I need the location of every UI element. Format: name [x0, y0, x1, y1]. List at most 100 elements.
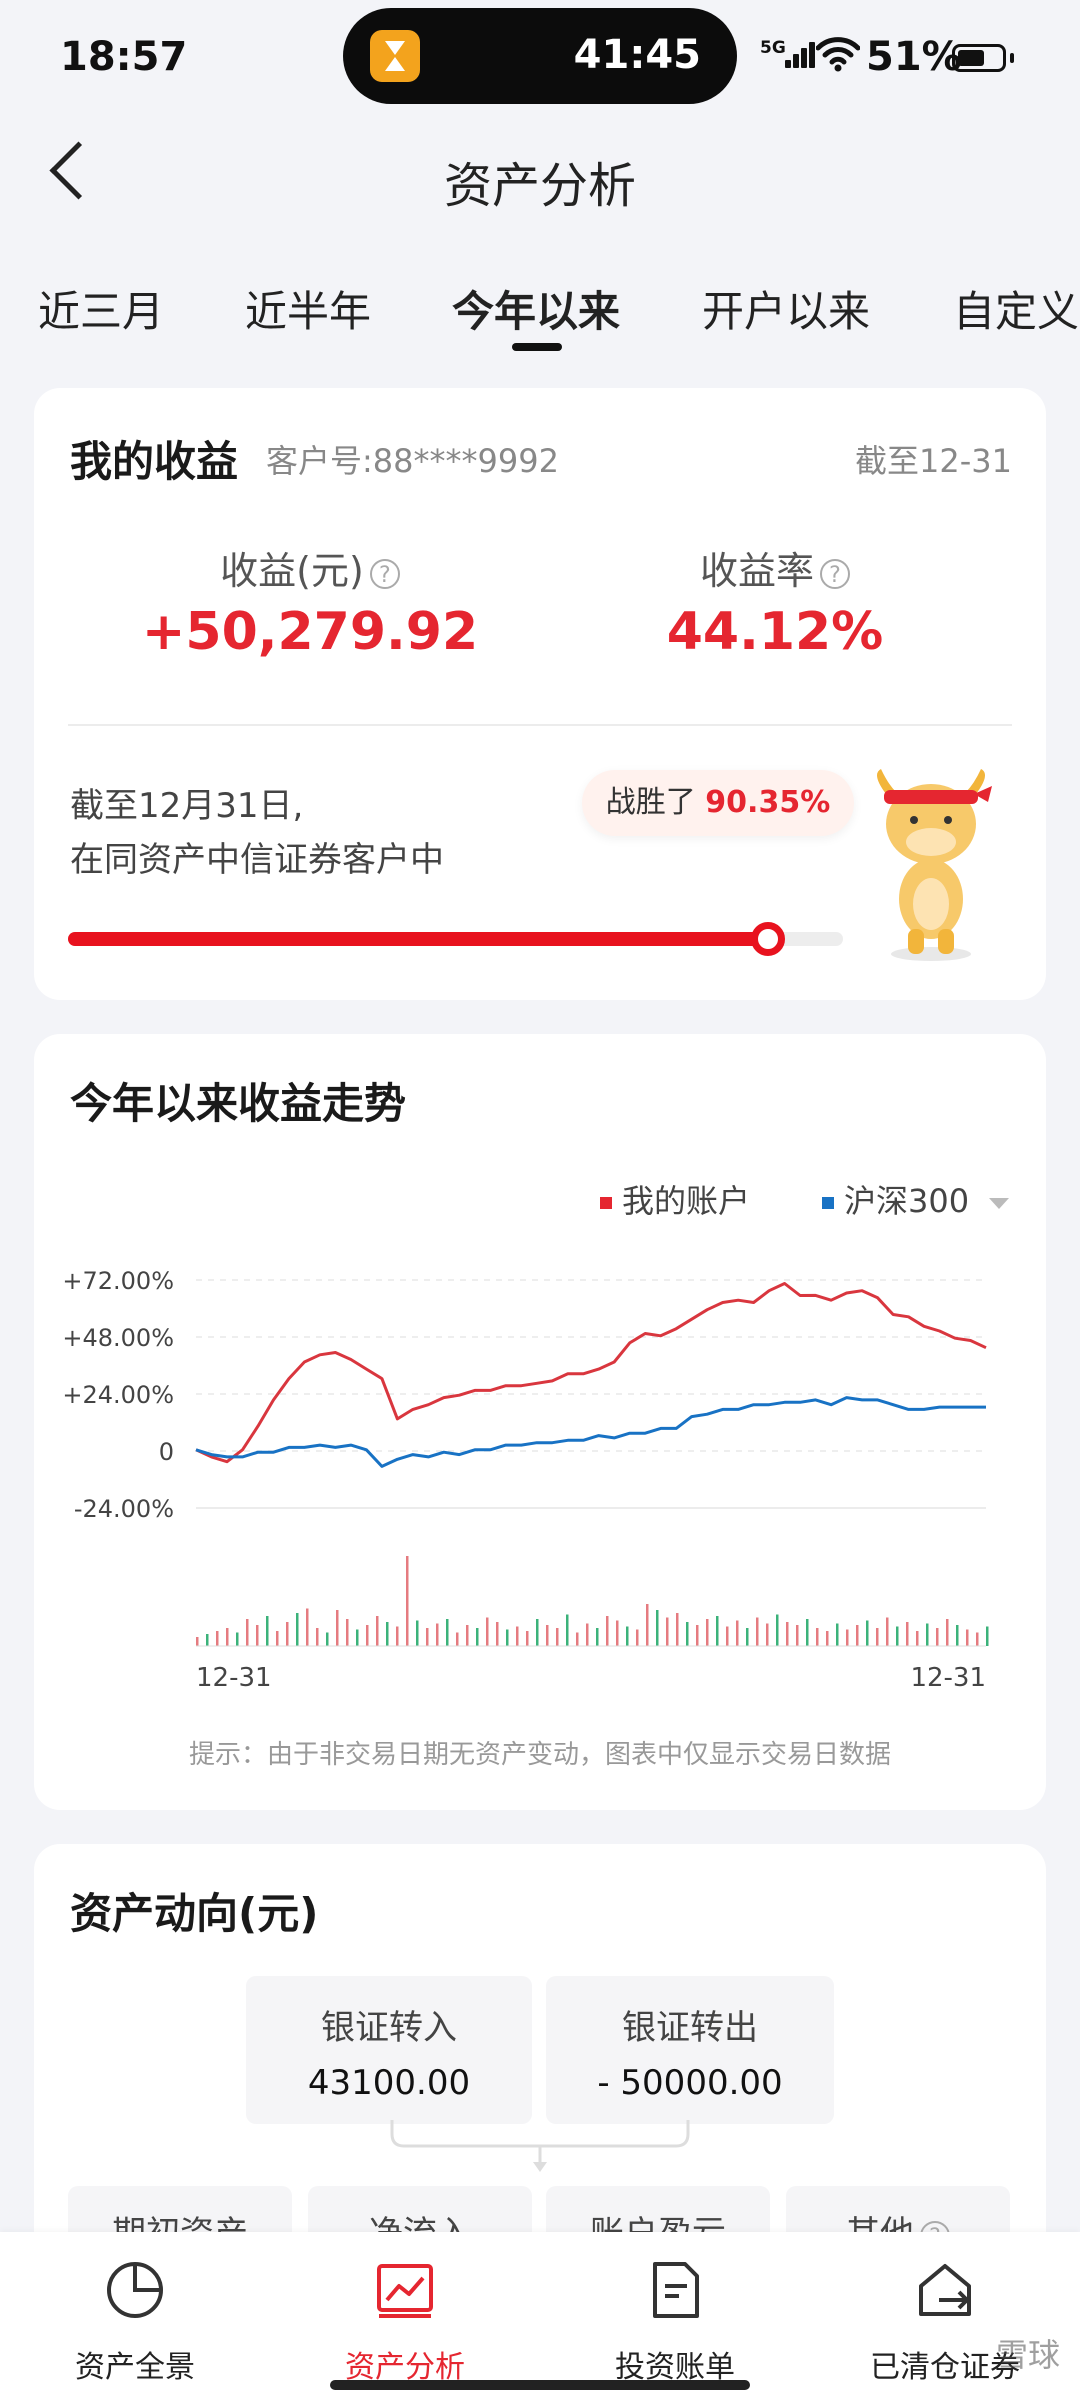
- legend-mine-label: 我的账户: [622, 1182, 751, 1220]
- page-title: 资产分析: [443, 158, 636, 214]
- volume-bar: [286, 1622, 289, 1646]
- volume-bar: [666, 1617, 669, 1646]
- tab-6-months[interactable]: 近半年: [245, 278, 371, 339]
- volume-bar: [716, 1616, 719, 1646]
- volume-bar: [206, 1634, 209, 1646]
- earnings-title: 我的收益: [70, 437, 239, 486]
- profit-label: 收益(元): [220, 549, 364, 593]
- home-indicator[interactable]: [330, 2380, 750, 2390]
- tab-indicator: [512, 343, 562, 351]
- volume-bar: [466, 1625, 469, 1646]
- nav-asset-analysis[interactable]: 资产分析: [295, 2232, 515, 2386]
- customer-id: 客户号:88****9992: [266, 442, 559, 480]
- tab-ytd[interactable]: 今年以来: [452, 278, 620, 339]
- bank-out-value: - 50000.00: [597, 2063, 783, 2103]
- volume-bar: [946, 1619, 949, 1646]
- volume-bar: [706, 1619, 709, 1646]
- volume-bar: [526, 1631, 529, 1646]
- status-time: 18:57: [60, 34, 188, 80]
- volume-bar: [836, 1623, 839, 1646]
- volume-bar: [216, 1631, 219, 1646]
- beat-value: 90.35%: [705, 785, 831, 820]
- house-out-icon: [919, 2264, 971, 2316]
- volume-bar: [746, 1628, 749, 1646]
- series-line-mine: [195, 1282, 987, 1464]
- volume-bar: [246, 1619, 249, 1646]
- volume-bar: [536, 1619, 539, 1646]
- volume-bar: [406, 1556, 409, 1646]
- profit-value: +50,279.92: [141, 602, 479, 662]
- nav-asset-overview[interactable]: 资产全景: [25, 2232, 245, 2386]
- volume-bar: [606, 1616, 609, 1646]
- flow-connector: [390, 2120, 690, 2172]
- volume-bar: [906, 1622, 909, 1646]
- tab-since-open[interactable]: 开户以来: [702, 278, 870, 339]
- volume-bar: [226, 1628, 229, 1646]
- x-start-label: 12-31: [196, 1663, 272, 1693]
- beat-badge: 战胜了 90.35%: [582, 770, 854, 836]
- volume-bar: [626, 1626, 629, 1646]
- legend-mine[interactable]: 我的账户: [600, 1176, 750, 1222]
- bank-out-box[interactable]: 银证转出 - 50000.00: [546, 1976, 834, 2124]
- island-timer: 41:45: [573, 32, 701, 78]
- volume-bar: [336, 1610, 339, 1646]
- volume-bar: [776, 1614, 779, 1646]
- trend-chart[interactable]: +72.00% +48.00% +24.00% 0 -24.00% 12-31 12-31: [0, 1240, 1080, 1700]
- rank-line-2: 在同资产中信证券客户中: [70, 840, 444, 880]
- volume-bar: [686, 1622, 689, 1646]
- dynamic-island[interactable]: 41:45: [343, 8, 737, 104]
- y-tick-label: 0: [159, 1438, 174, 1466]
- chart-hint: 提示：由于非交易日期无资产变动，图表中仅显示交易日数据: [188, 1740, 891, 1770]
- beat-prefix: 战胜了: [605, 785, 696, 820]
- rank-line-1: 截至12月31日,: [70, 786, 304, 826]
- battery-percent: 51%: [866, 34, 962, 80]
- volume-bar: [886, 1617, 889, 1646]
- volume-bar: [966, 1629, 969, 1646]
- volume-bar: [596, 1628, 599, 1646]
- document-icon: [653, 2262, 699, 2318]
- volume-bar: [346, 1619, 349, 1646]
- volume-bar: [196, 1637, 199, 1646]
- volume-bar: [376, 1616, 379, 1646]
- wifi-icon: [816, 37, 860, 72]
- y-tick-label: +72.00%: [62, 1267, 174, 1295]
- help-icon[interactable]: ?: [820, 558, 850, 589]
- bottom-nav: 资产全景 资产分析 投资账单 已清仓证券: [0, 2232, 1080, 2400]
- battery-icon: [952, 44, 1006, 72]
- flows-title: 资产动向(元): [70, 1889, 319, 1938]
- bank-in-box[interactable]: 银证转入 43100.00: [246, 1976, 532, 2124]
- rank-progress-knob: [751, 922, 786, 956]
- nav-investment-bill[interactable]: 投资账单: [565, 2232, 785, 2386]
- bank-in-value: 43100.00: [307, 2063, 471, 2103]
- volume-bar: [266, 1616, 269, 1646]
- volume-bar: [496, 1622, 499, 1646]
- ox-mascot-icon: [877, 769, 992, 961]
- y-tick-label: -24.00%: [74, 1495, 174, 1523]
- rate-value: 44.12%: [666, 602, 884, 662]
- volume-bar: [556, 1628, 559, 1646]
- trend-title: 今年以来收益走势: [70, 1079, 407, 1128]
- as-of-date: 截至12-31: [855, 442, 1012, 480]
- volume-bar: [256, 1625, 259, 1646]
- volume-bar: [816, 1628, 819, 1646]
- tab-custom[interactable]: 自定义: [953, 278, 1079, 339]
- volume-bar: [806, 1619, 809, 1646]
- volume-bar: [756, 1617, 759, 1646]
- volume-bar: [236, 1632, 239, 1646]
- nav-label: 资产全景: [75, 2350, 195, 2385]
- volume-bar: [276, 1631, 279, 1646]
- network-label: 5G: [760, 38, 786, 58]
- volume-bar: [586, 1623, 589, 1646]
- volume-bar: [916, 1631, 919, 1646]
- help-icon[interactable]: ?: [369, 558, 400, 589]
- volume-bar: [636, 1629, 639, 1646]
- legend-index-dropdown[interactable]: 沪深300: [822, 1176, 1010, 1222]
- tab-3-months[interactable]: 近三月: [38, 278, 164, 339]
- volume-bar: [696, 1625, 699, 1646]
- volume-bar: [796, 1625, 799, 1646]
- volume-bar: [506, 1629, 509, 1646]
- volume-bar: [356, 1629, 359, 1646]
- chevron-down-icon: [989, 1197, 1010, 1209]
- volume-bar: [926, 1623, 929, 1646]
- volume-bar: [396, 1626, 399, 1646]
